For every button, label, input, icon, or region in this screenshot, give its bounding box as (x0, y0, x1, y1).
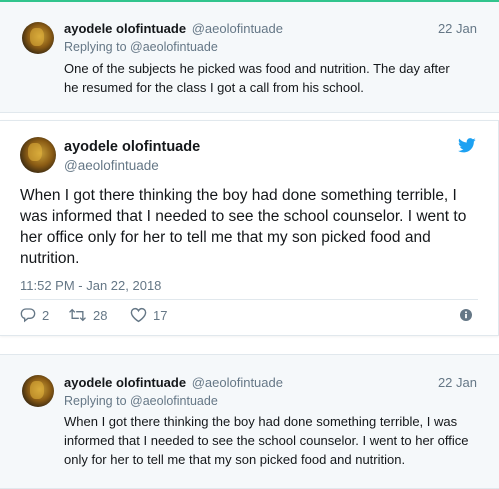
author-name[interactable]: ayodele olofintuade (64, 139, 200, 155)
retweet-icon (69, 308, 86, 322)
like-button[interactable]: 17 (130, 307, 167, 323)
tweet-text: When I got there thinking the boy had do… (64, 414, 469, 467)
tweet-text: One of the subjects he picked was food a… (64, 61, 450, 95)
reply-icon (20, 308, 36, 323)
like-count: 17 (153, 307, 168, 323)
reply-tweet-card-2[interactable]: ayodele olofintuade @aeolofintuade 22 Ja… (0, 354, 499, 489)
retweet-count: 28 (93, 307, 108, 323)
replying-handle[interactable]: @aeolofintuade (130, 40, 218, 54)
tweet-date[interactable]: 22 Jan (438, 21, 477, 36)
info-icon[interactable] (460, 309, 472, 321)
author-handle[interactable]: @aeolofintuade (192, 375, 283, 390)
author-row: ayodele olofintuade @aeolofintuade (64, 375, 283, 390)
heart-icon (130, 307, 147, 323)
reply-tweet-card-1[interactable]: ayodele olofintuade @aeolofintuade 22 Ja… (0, 2, 499, 113)
replying-prefix: Replying to (64, 40, 127, 54)
focused-tweet-card: ayodele olofintuade @aeolofintuade When … (0, 120, 499, 336)
tweet-date[interactable]: 22 Jan (438, 375, 477, 390)
twitter-bird-icon[interactable] (458, 138, 476, 153)
divider (20, 299, 478, 300)
avatar[interactable] (22, 22, 54, 54)
retweet-button[interactable]: 28 (68, 307, 107, 323)
author-row: ayodele olofintuade @aeolofintuade (64, 21, 283, 36)
author-name[interactable]: ayodele olofintuade (64, 21, 186, 36)
avatar[interactable] (20, 137, 56, 173)
tweet-text: When I got there thinking the boy had do… (20, 187, 467, 267)
avatar[interactable] (22, 375, 54, 407)
tweet-timestamp[interactable]: 11:52 PM - Jan 22, 2018 (20, 278, 161, 293)
replying-handle[interactable]: @aeolofintuade (130, 394, 218, 408)
replying-to: Replying to @aeolofintuade (64, 40, 218, 54)
reply-count: 2 (42, 307, 50, 323)
replying-prefix: Replying to (64, 394, 127, 408)
author-name[interactable]: ayodele olofintuade (64, 375, 186, 390)
author-handle[interactable]: @aeolofintuade (192, 21, 283, 36)
reply-button[interactable]: 2 (20, 307, 49, 323)
author-handle[interactable]: @aeolofintuade (64, 158, 159, 173)
replying-to: Replying to @aeolofintuade (64, 394, 218, 408)
